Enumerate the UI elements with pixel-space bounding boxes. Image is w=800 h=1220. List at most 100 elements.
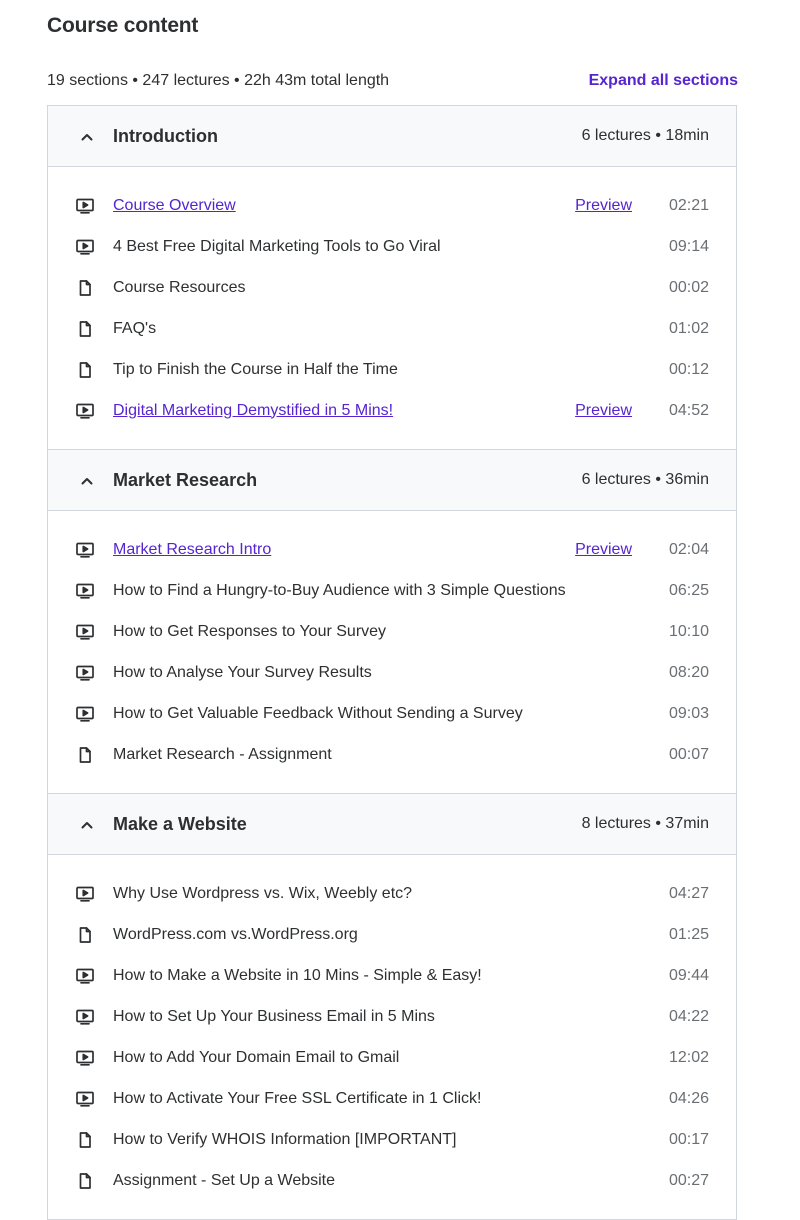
lecture-title: Course Resources: [113, 278, 246, 296]
play-video-icon: [76, 583, 94, 599]
lecture-title: How to Verify WHOIS Information [IMPORTA…: [113, 1130, 457, 1148]
file-icon: [76, 1132, 94, 1148]
play-video-icon: [76, 542, 94, 558]
lecture-item: How to Get Valuable Feedback Without Sen…: [48, 693, 736, 734]
lecture-duration: 02:21: [668, 196, 709, 214]
file-icon: [76, 362, 94, 378]
lecture-item: How to Find a Hungry-to-Buy Audience wit…: [48, 570, 736, 611]
lecture-item: How to Add Your Domain Email to Gmail 12:…: [48, 1037, 736, 1078]
lecture-item: Assignment - Set Up a Website 00:27: [48, 1160, 736, 1201]
lecture-title: FAQ's: [113, 319, 157, 337]
lecture-duration: 09:44: [668, 966, 709, 984]
lecture-duration: 00:12: [668, 360, 709, 378]
lecture-title: 4 Best Free Digital Marketing Tools to G…: [113, 237, 441, 255]
play-video-icon: [76, 968, 94, 984]
lecture-duration: 04:22: [668, 1007, 709, 1025]
lecture-title: How to Add Your Domain Email to Gmail: [113, 1048, 400, 1066]
play-video-icon: [76, 1050, 94, 1066]
lecture-duration: 09:14: [668, 237, 709, 255]
lecture-item: FAQ's 01:02: [48, 308, 736, 349]
chevron-up-icon: [80, 818, 94, 832]
lecture-title-link[interactable]: Course Overview: [113, 197, 236, 215]
lecture-title: Assignment - Set Up a Website: [113, 1171, 336, 1189]
lecture-item[interactable]: Course Overview Preview 02:21: [48, 185, 736, 226]
course-stats: 19 sections • 247 lectures • 22h 43m tot…: [47, 72, 390, 89]
section-lecture-list: Market Research Intro Preview 02:04 How to …: [48, 511, 736, 794]
lecture-title: How to Get Responses to Your Survey: [113, 622, 387, 640]
lecture-item: Tip to Finish the Course in Half the Tim…: [48, 349, 736, 390]
lecture-duration: 12:02: [668, 1048, 709, 1066]
play-video-icon: [76, 1009, 94, 1025]
play-video-icon: [76, 886, 94, 902]
lecture-item: How to Set Up Your Business Email in 5 M…: [48, 996, 736, 1037]
play-video-icon: [76, 665, 94, 681]
section-header[interactable]: Make a Website 8 lectures • 37min: [48, 794, 736, 855]
lecture-item: How to Verify WHOIS Information [IMPORTA…: [48, 1119, 736, 1160]
section-lecture-list: Why Use Wordpress vs. Wix, Weebly etc? 04…: [48, 855, 736, 1220]
lecture-title: How to Analyse Your Survey Results: [113, 663, 372, 681]
expand-all-sections-button[interactable]: Expand all sections: [589, 72, 738, 90]
lecture-title: How to Get Valuable Feedback Without Sen…: [113, 704, 523, 722]
lecture-item[interactable]: Market Research Intro Preview 02:04: [48, 529, 736, 570]
lecture-item: Course Resources 00:02: [48, 267, 736, 308]
lecture-duration: 04:52: [668, 401, 709, 419]
lecture-title: WordPress.com vs.WordPress.org: [113, 925, 358, 943]
lecture-item: How to Make a Website in 10 Mins - Simpl…: [48, 955, 736, 996]
lecture-title: Why Use Wordpress vs. Wix, Weebly etc?: [113, 884, 413, 902]
curriculum-accordion: Introduction 6 lectures • 18min Course Ove…: [47, 105, 737, 1220]
preview-link[interactable]: Preview: [575, 197, 632, 215]
section-title: Market Research: [113, 469, 258, 490]
lecture-duration: 00:02: [668, 278, 709, 296]
lecture-duration: 04:27: [668, 884, 709, 902]
lecture-duration: 00:17: [668, 1130, 709, 1148]
play-video-icon: [76, 706, 94, 722]
lecture-duration: 10:10: [668, 622, 709, 640]
play-video-icon: [76, 403, 94, 419]
lecture-title: Tip to Finish the Course in Half the Tim…: [113, 360, 398, 378]
lecture-duration: 01:02: [668, 319, 709, 337]
lecture-title: Market Research - Assignment: [113, 745, 332, 763]
preview-link[interactable]: Preview: [575, 541, 632, 559]
lecture-title-link[interactable]: Digital Marketing Demystified in 5 Mins!: [113, 402, 393, 420]
preview-link[interactable]: Preview: [575, 402, 632, 420]
file-icon: [76, 321, 94, 337]
lecture-item: How to Activate Your Free SSL Certificat…: [48, 1078, 736, 1119]
section-title: Introduction: [113, 125, 218, 146]
section-meta: 6 lectures • 18min: [581, 127, 709, 144]
lecture-title: How to Set Up Your Business Email in 5 M…: [113, 1007, 435, 1025]
lecture-item: How to Get Responses to Your Survey 10:10: [48, 611, 736, 652]
lecture-duration: 01:25: [668, 925, 709, 943]
lecture-item: Market Research - Assignment 00:07: [48, 734, 736, 775]
file-icon: [76, 1173, 94, 1189]
lecture-title: How to Make a Website in 10 Mins - Simpl…: [113, 966, 482, 984]
file-icon: [76, 747, 94, 763]
lecture-duration: 02:04: [668, 540, 709, 558]
section-header[interactable]: Market Research 6 lectures • 36min: [48, 450, 736, 511]
lecture-title-link[interactable]: Market Research Intro: [113, 541, 271, 559]
section-header[interactable]: Introduction 6 lectures • 18min: [48, 106, 736, 167]
chevron-up-icon: [80, 130, 94, 144]
lecture-item: Why Use Wordpress vs. Wix, Weebly etc? 04…: [48, 873, 736, 914]
play-video-icon: [76, 1091, 94, 1107]
section-lecture-list: Course Overview Preview 02:21 4 Best Free D…: [48, 167, 736, 450]
file-icon: [76, 927, 94, 943]
page-title: Course content: [47, 14, 199, 37]
lecture-duration: 08:20: [668, 663, 709, 681]
section-meta: 6 lectures • 36min: [581, 471, 709, 488]
chevron-up-icon: [80, 474, 94, 488]
lecture-duration: 09:03: [668, 704, 709, 722]
lecture-duration: 04:26: [668, 1089, 709, 1107]
lecture-item: WordPress.com vs.WordPress.org 01:25: [48, 914, 736, 955]
section-title: Make a Website: [113, 813, 247, 834]
file-icon: [76, 280, 94, 296]
play-video-icon: [76, 198, 94, 214]
lecture-item: How to Analyse Your Survey Results 08:20: [48, 652, 736, 693]
lecture-item[interactable]: Digital Marketing Demystified in 5 Mins!…: [48, 390, 736, 431]
lecture-duration: 00:27: [668, 1171, 709, 1189]
lecture-duration: 06:25: [668, 581, 709, 599]
play-video-icon: [76, 624, 94, 640]
lecture-item: 4 Best Free Digital Marketing Tools to G…: [48, 226, 736, 267]
section-meta: 8 lectures • 37min: [581, 815, 709, 832]
lecture-title: How to Find a Hungry-to-Buy Audience wit…: [113, 581, 566, 599]
course-content-panel: Course content 19 sections • 247 lecture…: [0, 0, 800, 1220]
